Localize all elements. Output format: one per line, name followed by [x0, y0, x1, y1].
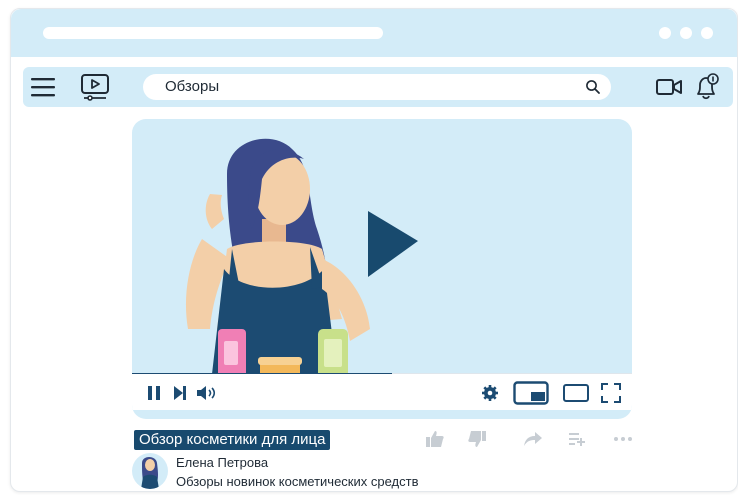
address-bar[interactable] [43, 27, 383, 39]
channel-description: Обзоры новинок косметических средств [176, 474, 419, 489]
volume-icon[interactable] [196, 381, 218, 405]
more-options-icon[interactable] [611, 427, 635, 451]
nav-bar: Обзоры [23, 67, 733, 107]
search-input[interactable]: Обзоры [165, 78, 219, 95]
fullscreen-icon[interactable] [600, 381, 622, 405]
window-dot-1[interactable] [659, 27, 671, 39]
search-icon[interactable] [585, 79, 601, 95]
title-bar [11, 9, 737, 57]
pause-icon[interactable] [146, 381, 162, 405]
next-icon[interactable] [172, 381, 188, 405]
add-to-playlist-icon[interactable] [565, 427, 589, 451]
video-player[interactable] [132, 119, 632, 419]
video-logo-icon[interactable] [79, 73, 111, 101]
window-dot-3[interactable] [701, 27, 713, 39]
dislike-icon[interactable] [465, 427, 489, 451]
notifications-bell-icon[interactable] [691, 73, 723, 101]
app-window: Обзоры Обзор косметики для лица Елена Пе… [10, 8, 738, 492]
menu-icon[interactable] [27, 73, 59, 101]
search-field[interactable]: Обзоры [143, 74, 611, 100]
channel-avatar[interactable] [132, 453, 168, 489]
like-icon[interactable] [423, 427, 447, 451]
video-thumbnail [185, 138, 418, 374]
video-title[interactable]: Обзор косметики для лица [134, 430, 331, 450]
channel-name[interactable]: Елена Петрова [176, 455, 268, 470]
theater-mode-icon[interactable] [562, 381, 590, 405]
miniplayer-icon[interactable] [512, 381, 550, 405]
settings-gear-icon[interactable] [480, 381, 500, 405]
share-icon[interactable] [521, 427, 545, 451]
window-dot-2[interactable] [680, 27, 692, 39]
camera-icon[interactable] [653, 73, 685, 101]
